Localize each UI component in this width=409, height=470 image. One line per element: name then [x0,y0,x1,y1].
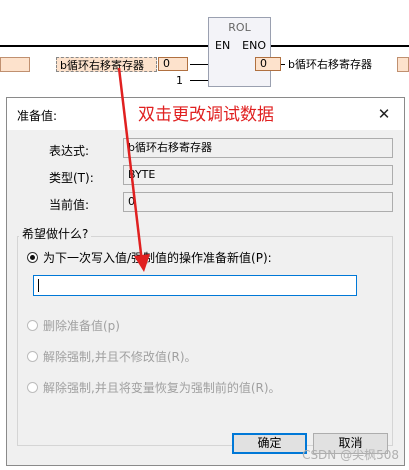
new-value-input[interactable] [33,275,357,296]
option-prepare-new-value[interactable]: 为下一次写入值/强制值的操作准备新值(P): [27,249,272,266]
rung-line-right [271,45,409,47]
ok-button[interactable]: 确定 [232,433,307,454]
prepare-value-dialog: 准备值: 双击更改调试数据 ✕ 表达式: b循环右移寄存器 类型(T): BYT… [6,97,405,466]
radio-icon[interactable] [27,320,38,331]
type-label: 类型(T): [49,171,94,185]
in-wire [190,64,208,65]
output-live-value[interactable]: 0 [255,57,281,71]
fb-name: ROL [228,21,251,34]
n-wire [190,80,208,81]
annotation-text: 双击更改调试数据 [138,105,274,125]
dialog-title: 准备值: [17,109,58,123]
type-field: BYTE [123,165,393,185]
option-label: 解除强制,并且将变量恢复为强制前的值(R)。 [43,381,281,395]
option-release-restore[interactable]: 解除强制,并且将变量恢复为强制前的值(R)。 [27,379,281,396]
option-label: 删除准备值(p) [43,319,120,333]
option-label: 为下一次写入值/强制值的操作准备新值(P): [43,251,272,265]
option-label: 解除强制,并且不修改值(R)。 [43,350,197,364]
group-legend: 希望做什么? [19,225,92,242]
ladder-editor: b循环右移寄存器 0 1 ROL EN ENO 0 b循环右移寄存器 [0,0,409,100]
output-variable[interactable]: b循环右移寄存器 [285,57,389,72]
rung-line-left [0,45,208,47]
text-caret [38,279,39,292]
rol-function-block[interactable]: ROL EN ENO [208,17,271,87]
expression-field: b循环右移寄存器 [123,138,393,158]
right-operand-box[interactable] [397,57,409,72]
current-value-field: 0 [123,192,393,212]
action-group [17,236,393,446]
dialog-titlebar[interactable]: 准备值: 双击更改调试数据 ✕ [7,98,404,130]
radio-icon[interactable] [27,351,38,362]
left-operand-box[interactable] [0,57,30,72]
fb-eno-pin: ENO [242,39,266,52]
watermark: CSDN @尖枫508 [302,448,399,462]
radio-icon[interactable] [27,382,38,393]
input-live-value[interactable]: 0 [158,57,188,71]
shift-count-constant[interactable]: 1 [176,74,183,87]
input-variable[interactable]: b循环右移寄存器 [56,57,157,72]
radio-checked-icon[interactable] [27,252,38,263]
close-icon[interactable]: ✕ [372,102,396,126]
fb-en-pin: EN [215,39,231,52]
option-release-force[interactable]: 解除强制,并且不修改值(R)。 [27,348,197,365]
current-value-label: 当前值: [49,198,90,212]
option-delete-prepared[interactable]: 删除准备值(p) [27,317,120,334]
expression-label: 表达式: [49,144,90,158]
